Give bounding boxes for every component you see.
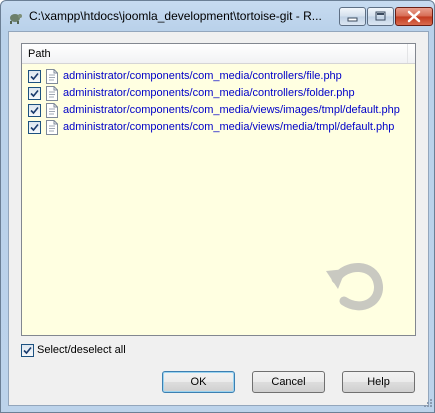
revert-dialog: C:\xampp\htdocs\joomla_development\torto… bbox=[0, 0, 435, 413]
item-checkbox[interactable] bbox=[28, 87, 41, 100]
file-list[interactable]: Path administrator/components/com_media/… bbox=[21, 43, 416, 336]
list-item[interactable]: administrator/components/com_media/views… bbox=[26, 102, 412, 119]
checkmark-icon bbox=[30, 106, 39, 115]
select-all-checkbox[interactable] bbox=[21, 344, 34, 357]
column-header-path[interactable]: Path bbox=[28, 48, 51, 60]
resize-grip-icon[interactable] bbox=[423, 398, 433, 411]
item-checkbox[interactable] bbox=[28, 121, 41, 134]
item-path: administrator/components/com_media/contr… bbox=[63, 87, 355, 99]
php-file-icon bbox=[46, 86, 58, 101]
item-checkbox[interactable] bbox=[28, 70, 41, 83]
checkmark-icon bbox=[30, 72, 39, 81]
list-item[interactable]: administrator/components/com_media/contr… bbox=[26, 68, 412, 85]
window-title: C:\xampp\htdocs\joomla_development\torto… bbox=[29, 9, 322, 23]
list-item[interactable]: administrator/components/com_media/contr… bbox=[26, 85, 412, 102]
title-bar[interactable]: C:\xampp\htdocs\joomla_development\torto… bbox=[1, 1, 434, 31]
close-icon bbox=[407, 10, 421, 23]
revert-arrow-icon bbox=[322, 249, 394, 324]
php-file-icon bbox=[46, 120, 58, 135]
list-header: Path bbox=[22, 44, 415, 64]
cancel-button[interactable]: Cancel bbox=[252, 371, 325, 393]
header-divider[interactable] bbox=[407, 44, 408, 63]
checkmark-icon bbox=[30, 89, 39, 98]
item-path: administrator/components/com_media/views… bbox=[63, 104, 400, 116]
select-all-toggle[interactable]: Select/deselect all bbox=[21, 343, 171, 359]
select-all-label[interactable]: Select/deselect all bbox=[37, 344, 126, 356]
item-checkbox[interactable] bbox=[28, 104, 41, 117]
php-file-icon bbox=[46, 69, 58, 84]
minimize-icon bbox=[347, 17, 358, 22]
dialog-body: Path administrator/components/com_media/… bbox=[8, 31, 429, 406]
help-button[interactable]: Help bbox=[342, 371, 415, 393]
ok-button[interactable]: OK bbox=[162, 371, 235, 393]
maximize-button[interactable] bbox=[367, 7, 394, 26]
close-button[interactable] bbox=[395, 7, 433, 26]
item-path: administrator/components/com_media/contr… bbox=[63, 70, 342, 82]
checkmark-icon bbox=[30, 123, 39, 132]
checkmark-icon bbox=[23, 346, 32, 355]
item-path: administrator/components/com_media/views… bbox=[63, 121, 395, 133]
php-file-icon bbox=[46, 103, 58, 118]
maximize-icon bbox=[375, 11, 386, 21]
tortoisegit-icon[interactable] bbox=[7, 9, 23, 25]
list-item[interactable]: administrator/components/com_media/views… bbox=[26, 119, 412, 136]
minimize-button[interactable] bbox=[339, 7, 366, 26]
